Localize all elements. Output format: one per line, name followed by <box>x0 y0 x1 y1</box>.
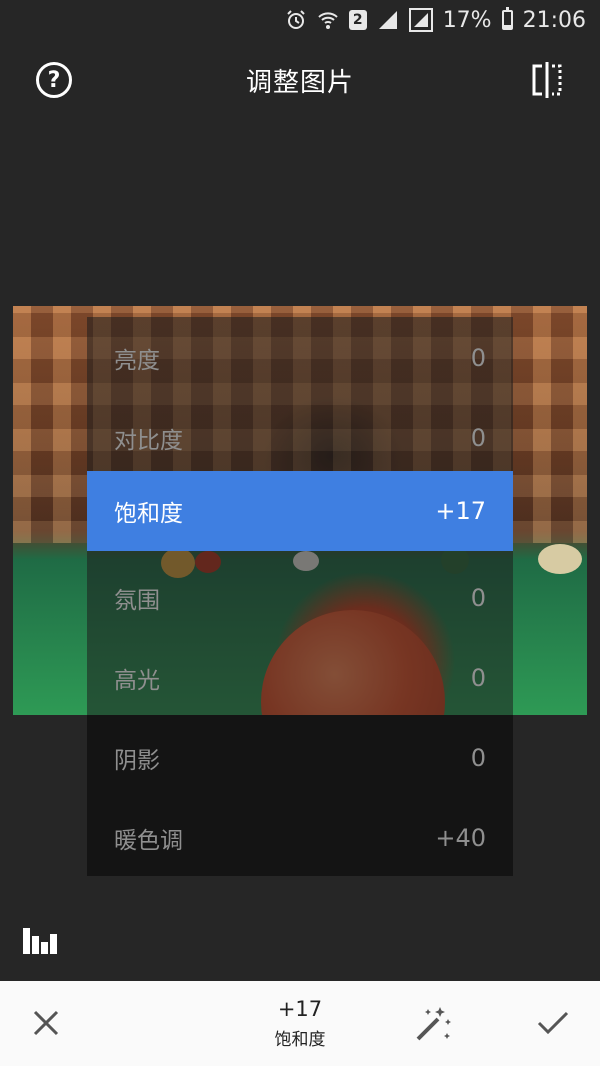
adjustment-label: 氛围 <box>114 588 160 614</box>
magic-wand-icon <box>416 1007 451 1041</box>
page-title: 调整图片 <box>245 68 354 98</box>
adjustment-label: 亮度 <box>114 348 160 374</box>
adjustment-value: 0 <box>470 424 486 452</box>
current-adjustment: +17 饱和度 <box>225 997 375 1050</box>
adjustment-label: 高光 <box>114 668 160 694</box>
histogram-icon-bar <box>50 934 57 954</box>
cancel-button[interactable] <box>32 1009 60 1037</box>
adjustment-item-contrast[interactable]: 对比度 0 <box>87 398 513 478</box>
adjustment-value: 0 <box>470 744 486 772</box>
sim-badge: 2 <box>348 10 367 30</box>
adjustment-value: 0 <box>470 584 486 612</box>
adjustment-value: 0 <box>470 664 486 692</box>
adjustment-item-ambiance[interactable]: 氛围 0 <box>87 558 513 638</box>
adjustment-value: 0 <box>470 344 486 372</box>
clock: 21:06 <box>522 7 586 33</box>
wifi-icon <box>317 9 339 31</box>
status-bar: 2 17% 21:06 <box>0 0 600 40</box>
adjustment-item-brightness[interactable]: 亮度 0 <box>87 318 513 398</box>
adjustment-label: 饱和度 <box>114 501 183 527</box>
confirm-button[interactable] <box>536 1009 570 1037</box>
adjustment-label: 阴影 <box>114 748 160 774</box>
top-bar: ? 调整图片 <box>0 40 600 120</box>
adjustment-label: 暖色调 <box>114 828 183 854</box>
auto-adjust-button[interactable] <box>414 1005 452 1043</box>
check-icon <box>537 1011 569 1035</box>
bottom-bar: +17 饱和度 <box>0 981 600 1066</box>
adjustment-item-saturation[interactable]: 饱和度 +17 <box>87 471 513 551</box>
adjustment-label: 对比度 <box>114 428 183 454</box>
photo-ball-cluster <box>538 544 582 574</box>
compare-split-icon <box>532 62 562 98</box>
battery-icon <box>501 7 513 30</box>
histogram-icon-bar <box>32 936 39 954</box>
current-label: 饱和度 <box>274 1030 326 1050</box>
adjustment-value: +17 <box>435 497 486 525</box>
histogram-icon <box>23 928 30 954</box>
battery-percent: 17% <box>442 7 492 33</box>
close-icon <box>33 1010 59 1036</box>
adjustment-item-highlights[interactable]: 高光 0 <box>87 638 513 718</box>
adjustment-value: +40 <box>435 824 486 852</box>
alarm-icon <box>285 9 307 31</box>
current-value: +17 <box>277 997 323 1021</box>
signal-secondary-icon <box>408 8 433 32</box>
adjustment-item-warmth[interactable]: 暖色调 +40 <box>87 798 513 878</box>
histogram-icon-bar <box>41 942 48 954</box>
signal-icon <box>377 9 399 31</box>
adjustment-item-shadows[interactable]: 阴影 0 <box>87 718 513 798</box>
compare-button[interactable] <box>530 60 564 100</box>
histogram-button[interactable] <box>23 928 58 954</box>
